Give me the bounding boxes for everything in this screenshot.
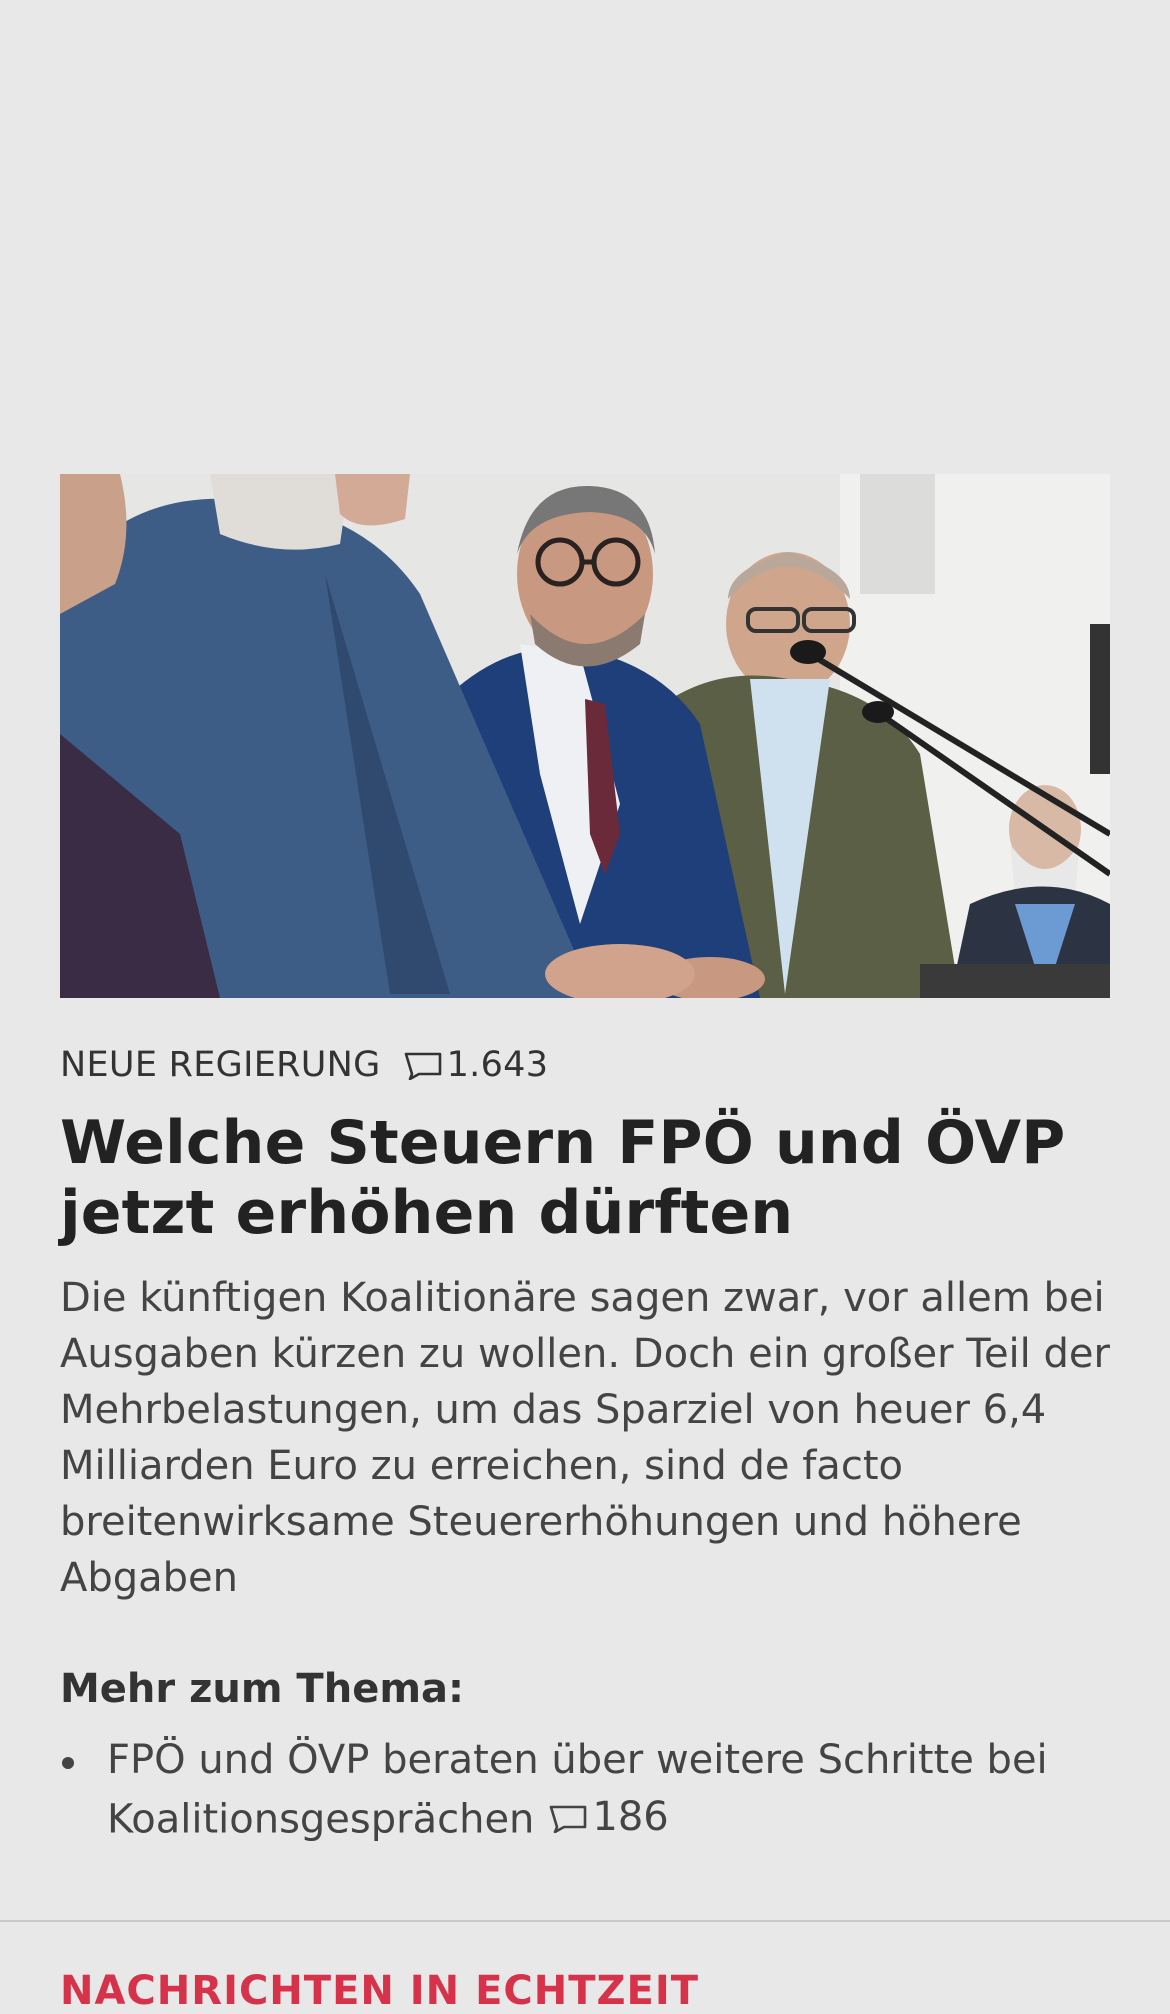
article-lead[interactable]: Die künftigen Koalitionäre sagen zwar, v… <box>60 1270 1120 1606</box>
related-article-comment-count: 186 <box>592 1794 669 1840</box>
article-kicker[interactable]: NEUE REGIERUNG <box>60 1045 381 1085</box>
ad-placeholder <box>0 0 1170 470</box>
more-on-topic-heading: Mehr zum Thema: <box>60 1666 464 1712</box>
article-comments-link[interactable]: 1.643 <box>403 1045 549 1085</box>
section-heading-realtime-news[interactable]: NACHRICHTEN IN ECHTZEIT <box>60 1968 699 2014</box>
related-articles-list: FPÖ und ÖVP beraten über weitere Schritt… <box>60 1732 1120 1849</box>
article-image[interactable] <box>60 474 1110 998</box>
bullet-icon <box>62 1757 74 1769</box>
related-article-item[interactable]: FPÖ und ÖVP beraten über weitere Schritt… <box>60 1732 1120 1849</box>
press-conference-photo <box>60 474 1110 998</box>
comment-bubble-icon <box>550 1805 587 1833</box>
section-divider <box>0 1920 1170 1922</box>
article-headline[interactable]: Welche Steuern FPÖ und ÖVP jetzt erhöhen… <box>60 1108 1120 1248</box>
article-comment-count: 1.643 <box>446 1045 549 1085</box>
comment-bubble-icon <box>404 1052 441 1080</box>
article-meta: NEUE REGIERUNG 1.643 <box>60 1040 548 1090</box>
related-article-comments[interactable]: 186 <box>548 1789 669 1846</box>
